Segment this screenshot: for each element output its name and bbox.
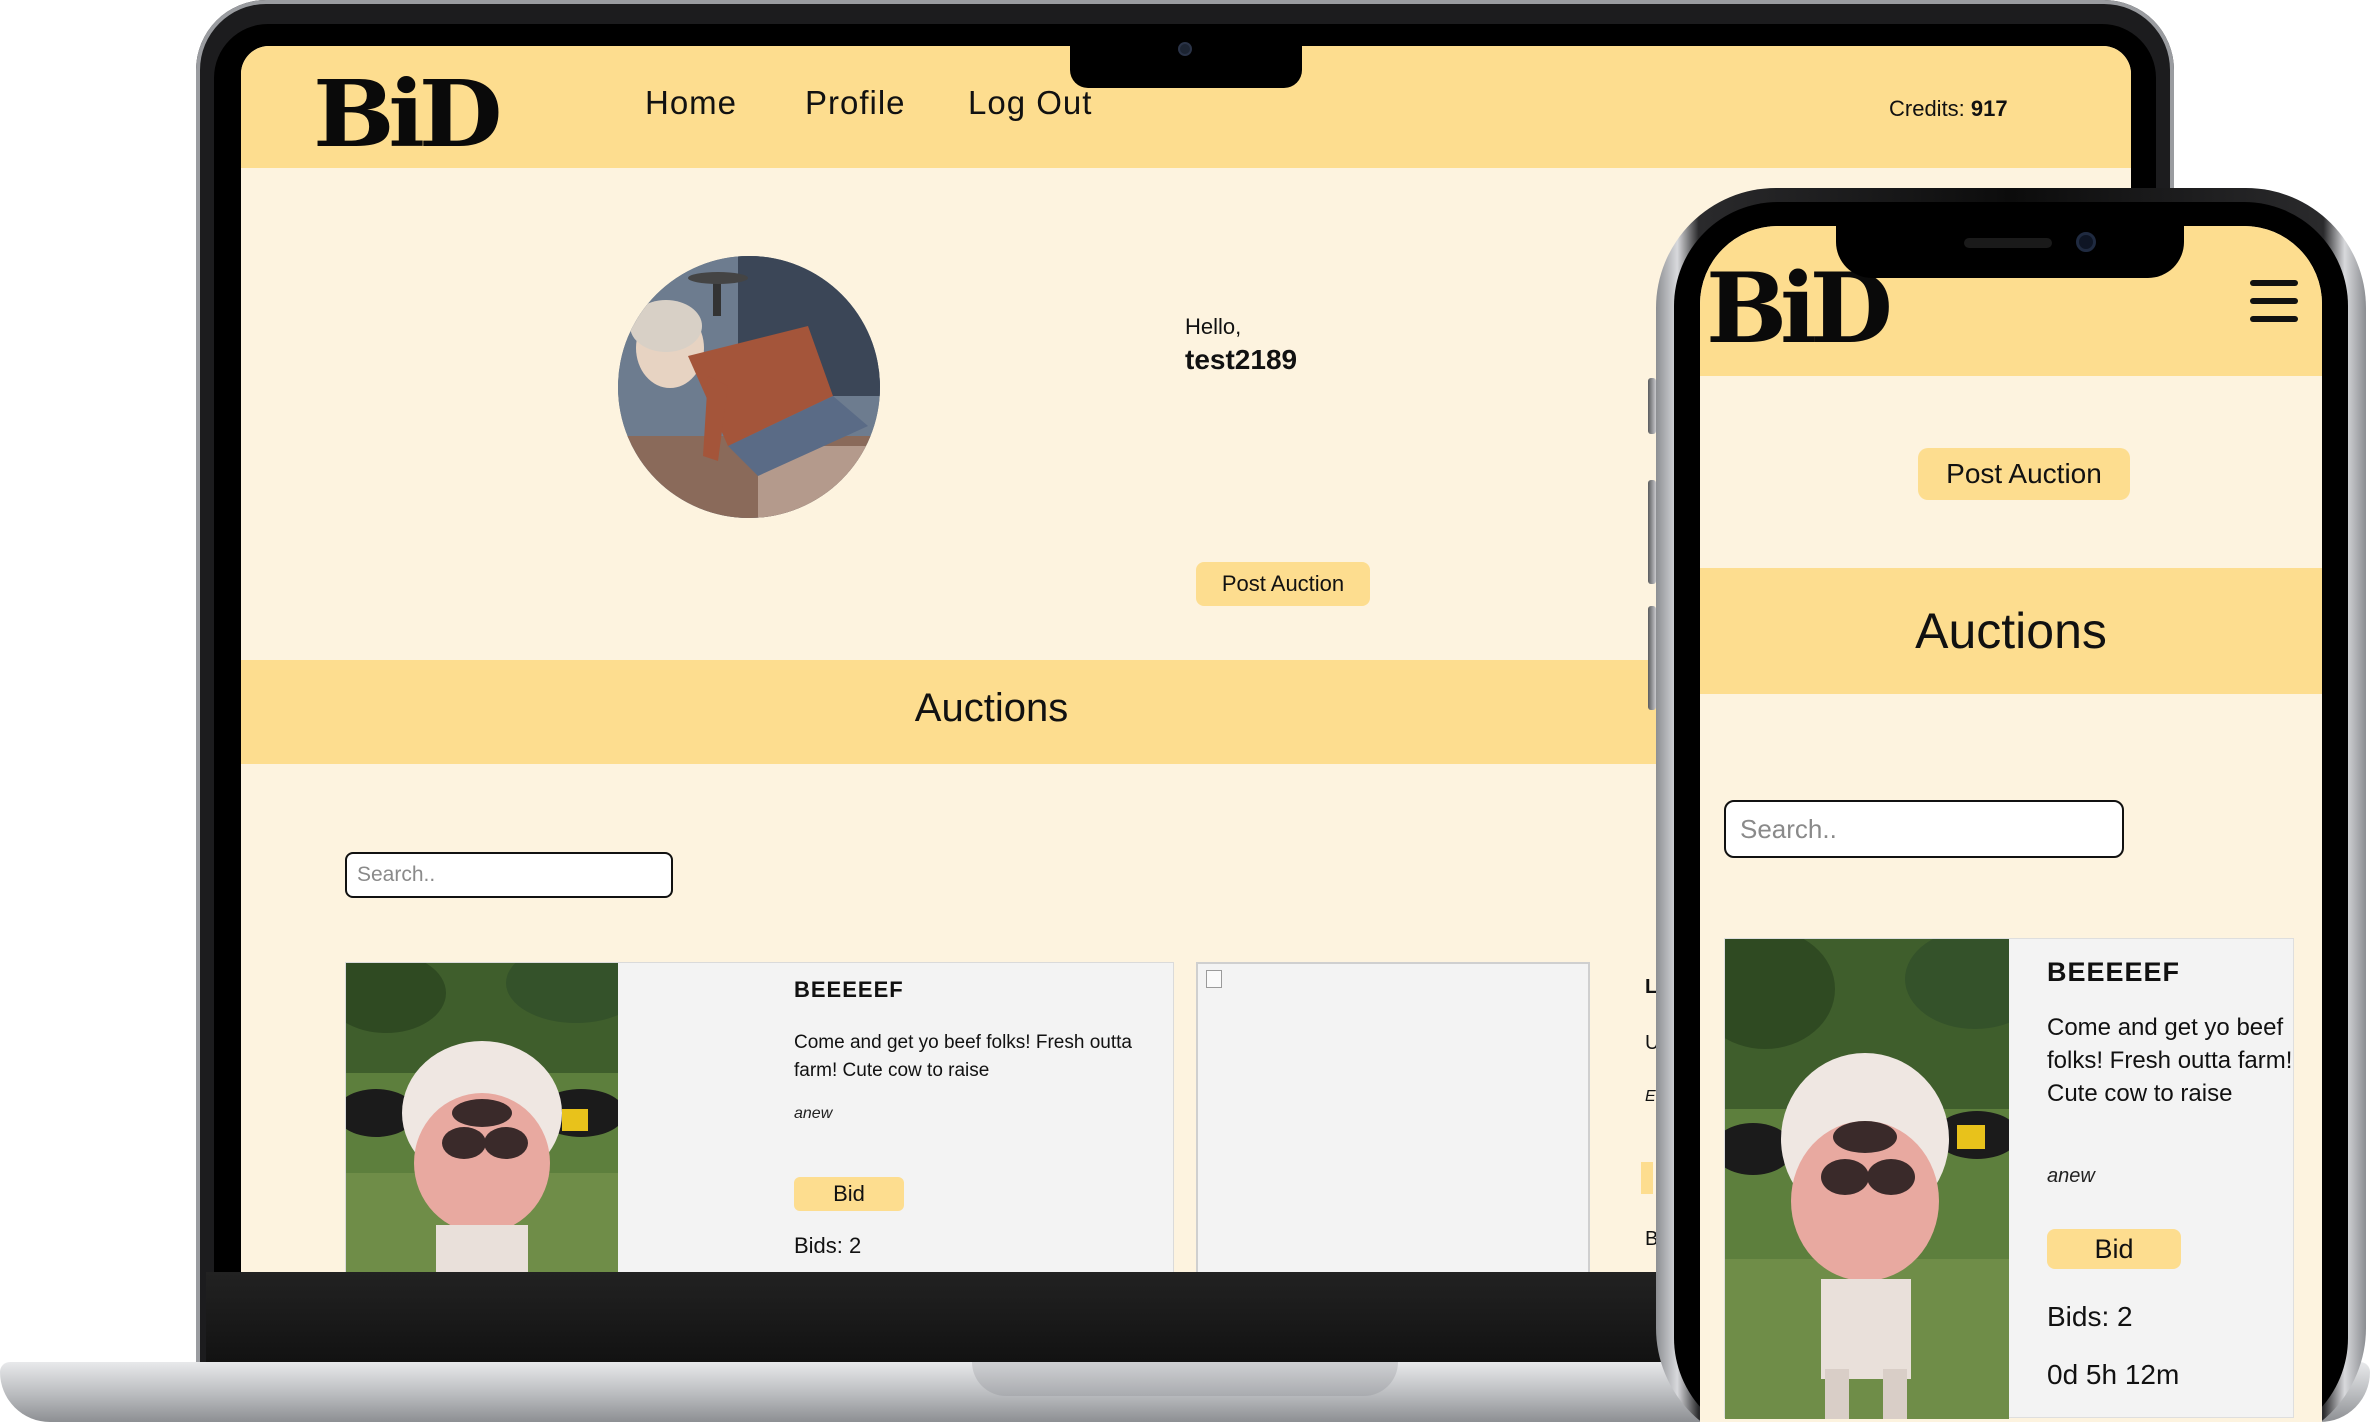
camera-icon	[1178, 42, 1192, 56]
phone-volume-down-button	[1648, 606, 1656, 710]
auction-image	[346, 963, 618, 1274]
search-input[interactable]	[345, 852, 673, 898]
auction-card-image-placeholder[interactable]	[1196, 962, 1590, 1274]
device-mockup: BiD Home Profile Log Out Credits: 917 He…	[0, 0, 2370, 1422]
nav-profile-link[interactable]: Profile	[805, 84, 906, 122]
speaker-icon	[1964, 238, 2052, 248]
mobile-post-auction-button[interactable]: Post Auction	[1918, 448, 2130, 500]
mobile-time-remaining: 0d 5h 12m	[2047, 1359, 2180, 1390]
auction-seller: anew	[794, 1105, 833, 1122]
mobile-auction-description: Come and get yo beef folks! Fresh outta …	[2047, 1014, 2293, 1107]
credits-display: Credits: 917	[1889, 96, 2008, 122]
auction-description: Come and get yo beef folks! Fresh outta …	[794, 1032, 1132, 1081]
mobile-bid-count: Bids: 2	[2047, 1301, 2133, 1332]
credits-value: 917	[1970, 96, 2008, 121]
mobile-search-input[interactable]	[1724, 800, 2124, 858]
mobile-auctions-heading: Auctions	[1915, 603, 2107, 659]
auctions-heading: Auctions	[914, 686, 1069, 730]
hamburger-menu-icon[interactable]	[2250, 280, 2298, 322]
nav-home-link[interactable]: Home	[645, 84, 737, 122]
profile-avatar	[618, 256, 880, 518]
laptop-opening-notch	[972, 1362, 1398, 1396]
mobile-auction-image	[1725, 939, 2009, 1419]
broken-image-icon	[1206, 970, 1222, 988]
phone-screen: BiD Post Auction Auctions Search.. BEEEE…	[1700, 226, 2322, 1422]
post-auction-button[interactable]: Post Auction	[1196, 562, 1370, 606]
phone-volume-up-button	[1648, 480, 1656, 584]
partial-bid-button	[1641, 1162, 1653, 1194]
mobile-auction-seller: anew	[2047, 1165, 2095, 1187]
partial-card-seller: E	[1645, 1088, 1656, 1105]
phone-notch	[1836, 222, 2184, 278]
front-camera-icon	[2076, 232, 2096, 252]
greeting-text: Hello,	[1185, 314, 1242, 339]
avatar-image	[618, 256, 880, 518]
mobile-auction-title[interactable]: BEEEEEF	[2047, 957, 2180, 988]
bid-count: Bids: 2	[794, 1233, 862, 1258]
bid-button[interactable]: Bid	[794, 1177, 904, 1211]
mobile-bid-button[interactable]: Bid	[2047, 1229, 2181, 1269]
phone-side-button	[1648, 378, 1656, 434]
nav-logout-link[interactable]: Log Out	[968, 84, 1092, 122]
auction-card[interactable]: BEEEEEF Come and get yo beef folks! Fres…	[345, 962, 1174, 1274]
mobile-auction-card[interactable]: BEEEEEF Come and get yo beef folks! Fres…	[1724, 938, 2294, 1419]
site-logo[interactable]: BiD	[313, 60, 503, 168]
credits-label: Credits:	[1889, 96, 1965, 121]
auction-title[interactable]: BEEEEEF	[794, 977, 904, 1003]
username-text: test2189	[1185, 344, 1298, 375]
